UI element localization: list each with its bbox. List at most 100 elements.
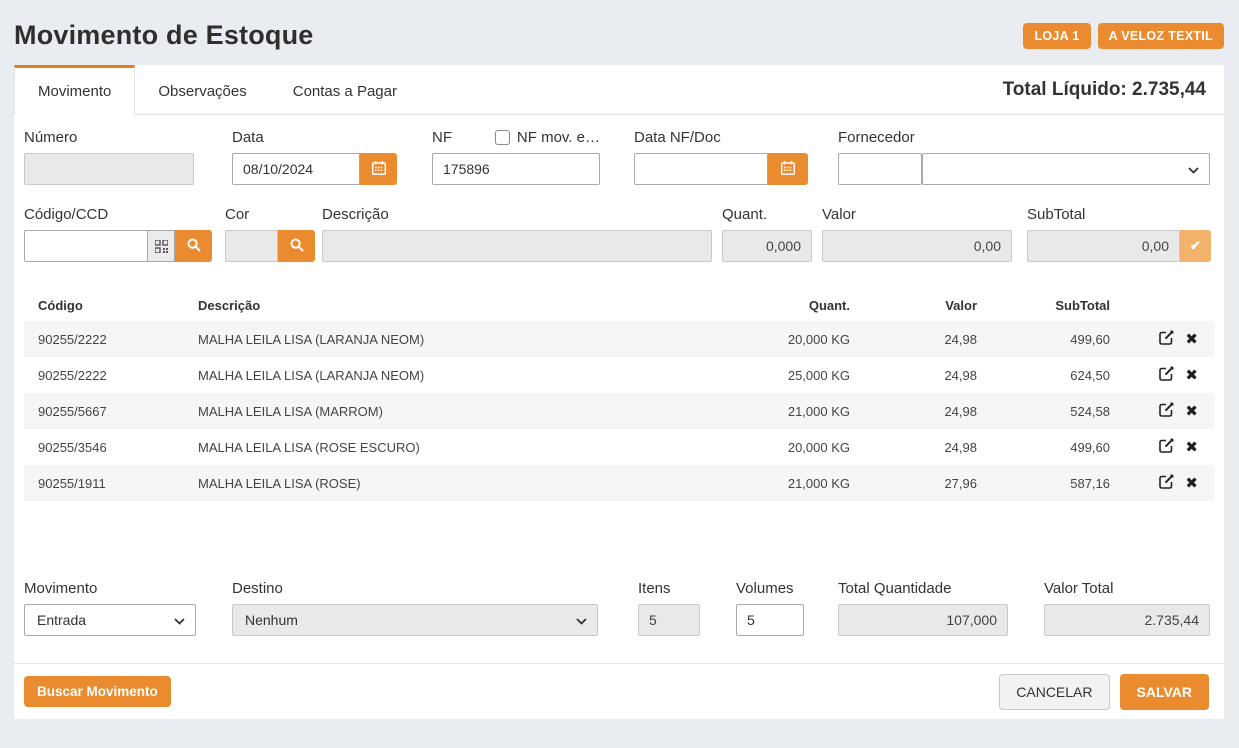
- descricao-field: [322, 230, 712, 262]
- table-row: 90255/2222 MALHA LEILA LISA (LARANJA NEO…: [24, 357, 1214, 393]
- cancelar-button[interactable]: CANCELAR: [999, 674, 1109, 710]
- store-button[interactable]: LOJA 1: [1023, 23, 1090, 49]
- cell-subtotal: 524,58: [977, 393, 1110, 429]
- col-codigo: Código: [24, 292, 184, 321]
- numero-field: [24, 153, 194, 185]
- edit-icon[interactable]: [1158, 473, 1175, 493]
- movimento-select[interactable]: Entrada: [24, 604, 196, 636]
- cell-quant: 21,000 KG: [690, 465, 850, 501]
- page-header: Movimento de Estoque LOJA 1 A VELOZ TEXT…: [0, 0, 1239, 65]
- table-row: 90255/5667 MALHA LEILA LISA (MARROM) 21,…: [24, 393, 1214, 429]
- cell-descricao: MALHA LEILA LISA (LARANJA NEOM): [184, 357, 690, 393]
- items-table: Código Descrição Quant. Valor SubTotal 9…: [24, 292, 1214, 501]
- cor-label: Cor: [225, 206, 315, 223]
- company-button[interactable]: A VELOZ TEXTIL: [1098, 23, 1224, 49]
- nf-mov-checkbox[interactable]: [495, 130, 510, 145]
- table-header-row: Código Descrição Quant. Valor SubTotal: [24, 292, 1214, 321]
- delete-icon[interactable]: ✖: [1185, 332, 1198, 347]
- data-label: Data: [232, 129, 398, 146]
- numero-label: Número: [24, 129, 194, 146]
- col-quant: Quant.: [690, 292, 850, 321]
- form-row-2: Código/CCD Cor: [14, 206, 1224, 262]
- subtotal-field: [1027, 230, 1180, 262]
- delete-icon[interactable]: ✖: [1185, 476, 1198, 491]
- tab-observacoes[interactable]: Observações: [135, 65, 269, 114]
- cell-descricao: MALHA LEILA LISA (ROSE ESCURO): [184, 429, 690, 465]
- data-nf-doc-label: Data NF/Doc: [634, 129, 808, 146]
- destino-select[interactable]: Nenhum: [232, 604, 598, 636]
- data-field[interactable]: [232, 153, 360, 185]
- buscar-movimento-button[interactable]: Buscar Movimento: [24, 676, 171, 707]
- cell-valor: 24,98: [850, 393, 977, 429]
- total-quantidade-label: Total Quantidade: [838, 580, 1008, 597]
- cell-descricao: MALHA LEILA LISA (LARANJA NEOM): [184, 321, 690, 357]
- total-liquido: Total Líquido: 2.735,44: [1003, 65, 1224, 114]
- header-buttons: LOJA 1 A VELOZ TEXTIL: [1023, 23, 1224, 49]
- subtotal-label: SubTotal: [1027, 206, 1211, 223]
- form-area: Número Data NF: [14, 115, 1224, 262]
- card-footer: Buscar Movimento CANCELAR SALVAR: [14, 663, 1224, 719]
- destino-label: Destino: [232, 580, 598, 597]
- cell-quant: 21,000 KG: [690, 393, 850, 429]
- tab-movimento[interactable]: Movimento: [14, 65, 135, 115]
- itens-field: [638, 604, 700, 636]
- volumes-field[interactable]: [736, 604, 804, 636]
- cell-codigo: 90255/2222: [24, 321, 184, 357]
- col-descricao: Descrição: [184, 292, 690, 321]
- cell-quant: 20,000 KG: [690, 429, 850, 465]
- delete-icon[interactable]: ✖: [1185, 404, 1198, 419]
- nf-field[interactable]: [432, 153, 600, 185]
- cell-codigo: 90255/1911: [24, 465, 184, 501]
- quant-label: Quant.: [722, 206, 812, 223]
- tab-contas-a-pagar[interactable]: Contas a Pagar: [270, 65, 420, 114]
- fornecedor-select[interactable]: [922, 153, 1210, 185]
- delete-icon[interactable]: ✖: [1185, 440, 1198, 455]
- data-calendar-button[interactable]: [360, 153, 397, 185]
- itens-label: Itens: [638, 580, 700, 597]
- cell-codigo: 90255/5667: [24, 393, 184, 429]
- calendar-icon: [371, 160, 387, 179]
- cell-codigo: 90255/2222: [24, 357, 184, 393]
- cell-subtotal: 499,60: [977, 429, 1110, 465]
- cell-subtotal: 499,60: [977, 321, 1110, 357]
- search-icon: [187, 238, 201, 255]
- total-quantidade-field: [838, 604, 1008, 636]
- cell-quant: 25,000 KG: [690, 357, 850, 393]
- qrcode-icon[interactable]: [148, 230, 175, 262]
- check-icon: ✔: [1190, 238, 1201, 254]
- edit-icon[interactable]: [1158, 329, 1175, 349]
- fornecedor-code-field[interactable]: [838, 153, 922, 185]
- edit-icon[interactable]: [1158, 365, 1175, 385]
- codigo-ccd-field[interactable]: [24, 230, 148, 262]
- search-icon: [290, 238, 304, 255]
- nf-mov-checkbox-label: NF mov. e…: [517, 129, 600, 146]
- valor-label: Valor: [822, 206, 1012, 223]
- valor-total-label: Valor Total: [1044, 580, 1210, 597]
- table-row: 90255/1911 MALHA LEILA LISA (ROSE) 21,00…: [24, 465, 1214, 501]
- salvar-button[interactable]: SALVAR: [1120, 674, 1209, 710]
- volumes-label: Volumes: [736, 580, 804, 597]
- data-nf-doc-field[interactable]: [634, 153, 768, 185]
- edit-icon[interactable]: [1158, 437, 1175, 457]
- cell-valor: 24,98: [850, 357, 977, 393]
- calendar-icon: [780, 160, 796, 179]
- add-item-button[interactable]: ✔: [1180, 230, 1211, 262]
- movimento-selected-value: Entrada: [37, 612, 86, 628]
- nf-label: NF: [432, 129, 452, 146]
- form-row-1: Número Data NF: [14, 129, 1224, 185]
- edit-icon[interactable]: [1158, 401, 1175, 421]
- delete-icon[interactable]: ✖: [1185, 368, 1198, 383]
- codigo-search-button[interactable]: [175, 230, 212, 262]
- cell-descricao: MALHA LEILA LISA (ROSE): [184, 465, 690, 501]
- page-title: Movimento de Estoque: [14, 20, 314, 51]
- chevron-down-icon: [576, 612, 587, 628]
- cell-descricao: MALHA LEILA LISA (MARROM): [184, 393, 690, 429]
- fornecedor-label: Fornecedor: [838, 129, 1210, 146]
- col-actions: [1110, 292, 1214, 321]
- cell-subtotal: 624,50: [977, 357, 1110, 393]
- cell-subtotal: 587,16: [977, 465, 1110, 501]
- data-nf-doc-calendar-button[interactable]: [768, 153, 808, 185]
- cor-search-button[interactable]: [278, 230, 315, 262]
- descricao-label: Descrição: [322, 206, 712, 223]
- cell-valor: 24,98: [850, 321, 977, 357]
